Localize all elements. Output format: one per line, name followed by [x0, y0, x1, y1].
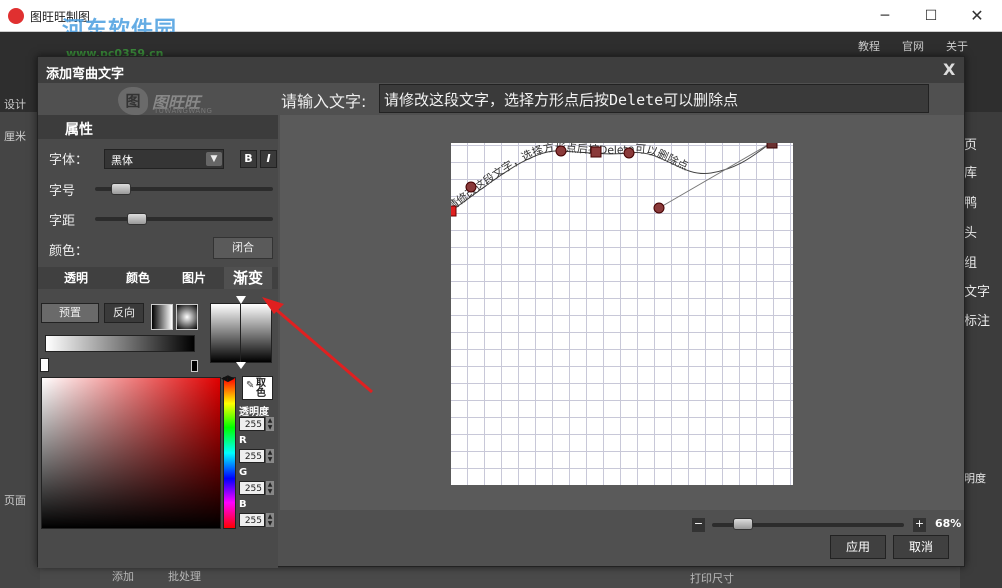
chevron-down-icon[interactable]: ▼	[206, 152, 222, 166]
g-input[interactable]: 255	[239, 481, 265, 495]
tab-gradient[interactable]: 渐变	[224, 267, 272, 289]
tab-color[interactable]: 颜色	[116, 267, 160, 289]
app-icon	[8, 8, 24, 24]
bg-right-item[interactable]: 库	[964, 162, 977, 181]
r-label: R	[239, 435, 247, 446]
gradient-preview[interactable]	[210, 303, 272, 363]
bg-label-page: 页面	[4, 494, 26, 507]
color-picker-field[interactable]	[41, 377, 221, 529]
hue-marker-icon: ◀▶	[221, 374, 235, 384]
opacity-spinner[interactable]: ▲ ▼	[266, 417, 274, 431]
control-point	[555, 145, 567, 157]
anchor-point-end	[766, 143, 778, 149]
background-left-panel	[0, 112, 40, 588]
spacing-slider-track[interactable]	[95, 217, 273, 221]
opacity-input[interactable]: 255	[239, 417, 265, 431]
eyedropper-icon: ✎	[246, 380, 255, 391]
text-input-label: 请输入文字:	[281, 92, 367, 111]
curved-text-path: 请修改这段文字，选择方形点后按Delete可以删除点	[451, 143, 690, 213]
zoom-value: 68%	[935, 517, 962, 530]
control-point	[653, 202, 665, 214]
bg-right-item: 明度	[964, 472, 986, 485]
anchor-point-start	[451, 205, 457, 217]
control-point	[623, 147, 635, 159]
hue-slider[interactable]	[223, 377, 236, 529]
link-tutorial[interactable]: 教程	[858, 38, 880, 54]
drawing-canvas[interactable]: 请修改这段文字，选择方形点后按Delete可以删除点	[451, 143, 793, 485]
cancel-button[interactable]: 取消	[893, 535, 949, 559]
reverse-button[interactable]: 反向	[104, 303, 144, 323]
anchor-point	[590, 146, 602, 158]
control-point	[465, 181, 477, 193]
control-handle-line	[658, 143, 772, 209]
gradient-start-handle-icon[interactable]	[236, 296, 246, 304]
r-spinner[interactable]: ▲ ▼	[266, 449, 274, 463]
gradient-bar[interactable]	[45, 335, 195, 352]
close-path-button[interactable]: 闭合	[213, 237, 273, 259]
link-about[interactable]: 关于	[946, 38, 968, 54]
gradient-end-handle-icon[interactable]	[236, 362, 246, 369]
spacing-slider-thumb[interactable]	[126, 213, 147, 225]
b-spinner[interactable]: ▲ ▼	[266, 513, 274, 527]
close-window-button[interactable]: ✕	[954, 0, 1000, 32]
g-spinner[interactable]: ▲ ▼	[266, 481, 274, 495]
gradient-stop-black[interactable]	[191, 360, 198, 372]
bg-label-design: 设计	[4, 98, 26, 111]
logo-mark: 图	[118, 87, 148, 115]
r-input[interactable]: 255	[239, 449, 265, 463]
opacity-label: 透明度	[239, 407, 269, 418]
logo: 图 图旺旺 TUWANGWANG	[118, 85, 238, 117]
background-right-panel	[960, 112, 1002, 588]
curve-layer: 请修改这段文字，选择方形点后按Delete可以删除点	[451, 143, 778, 217]
bg-right-item[interactable]: 鸭	[964, 192, 977, 211]
spacing-label: 字距	[49, 214, 76, 229]
curved-text-dialog: 添加弯曲文字 X 图 图旺旺 TUWANGWANG 请输入文字: 请修改这段文字…	[37, 56, 965, 568]
fill-tabs: 透明 颜色 图片 渐变	[38, 267, 278, 289]
zoom-slider-thumb[interactable]	[732, 518, 753, 530]
bg-bottom-item[interactable]: 打印尺寸	[690, 570, 734, 586]
dialog-title: 添加弯曲文字	[46, 67, 125, 82]
bg-label-unit: 厘米	[4, 130, 26, 143]
canvas-area: 请修改这段文字，选择方形点后按Delete可以删除点	[280, 115, 964, 510]
bg-right-item[interactable]: 标注	[964, 310, 990, 329]
bg-bottom-item[interactable]: 批处理	[168, 568, 201, 584]
eyedropper-label: 取色	[256, 378, 266, 399]
maximize-button[interactable]: ☐	[908, 0, 954, 32]
gradient-stop-white[interactable]	[40, 358, 49, 372]
bg-right-item[interactable]: 头	[964, 222, 977, 241]
gradient-angle-line	[240, 304, 241, 362]
link-website[interactable]: 官网	[902, 38, 924, 54]
bg-right-item[interactable]: 页	[964, 134, 977, 153]
tab-transparent[interactable]: 透明	[54, 267, 98, 289]
color-label: 颜色：	[49, 244, 89, 259]
g-label: G	[239, 467, 248, 478]
eyedropper-button[interactable]: ✎ 取色	[242, 376, 273, 400]
minimize-button[interactable]: ─	[862, 0, 908, 32]
font-label: 字体：	[49, 153, 89, 168]
size-slider-thumb[interactable]	[110, 183, 131, 195]
linear-gradient-icon[interactable]	[151, 304, 173, 330]
bold-button[interactable]: B	[240, 150, 257, 168]
b-label: B	[239, 499, 247, 510]
properties-header: 属性	[38, 115, 278, 139]
radial-gradient-icon[interactable]	[176, 304, 198, 330]
text-input[interactable]: 请修改这段文字，选择方形点后按Delete可以删除点	[379, 84, 929, 113]
italic-button[interactable]: I	[260, 150, 277, 168]
tab-picture[interactable]: 图片	[172, 267, 216, 289]
window-titlebar: 图旺旺制图 河东软件园 ─ ☐ ✕	[0, 0, 1002, 43]
zoom-in-button[interactable]: +	[913, 518, 926, 532]
apply-button[interactable]: 应用	[830, 535, 886, 559]
size-label: 字号	[49, 184, 76, 199]
dialog-close-button[interactable]: X	[943, 60, 955, 79]
bg-right-item[interactable]: 文字	[964, 281, 990, 300]
dialog-titlebar: 添加弯曲文字 X	[38, 57, 964, 83]
properties-title: 属性	[65, 122, 93, 138]
zoom-out-button[interactable]: −	[692, 518, 705, 532]
b-input[interactable]: 255	[239, 513, 265, 527]
logo-subtitle: TUWANGWANG	[154, 107, 213, 115]
curved-text: 请修改这段文字，选择方形点后按Delete可以删除点	[451, 143, 690, 213]
bg-right-item[interactable]: 组	[964, 252, 977, 271]
preset-button[interactable]: 预置	[41, 303, 99, 323]
bg-bottom-item[interactable]: 添加	[112, 568, 134, 584]
